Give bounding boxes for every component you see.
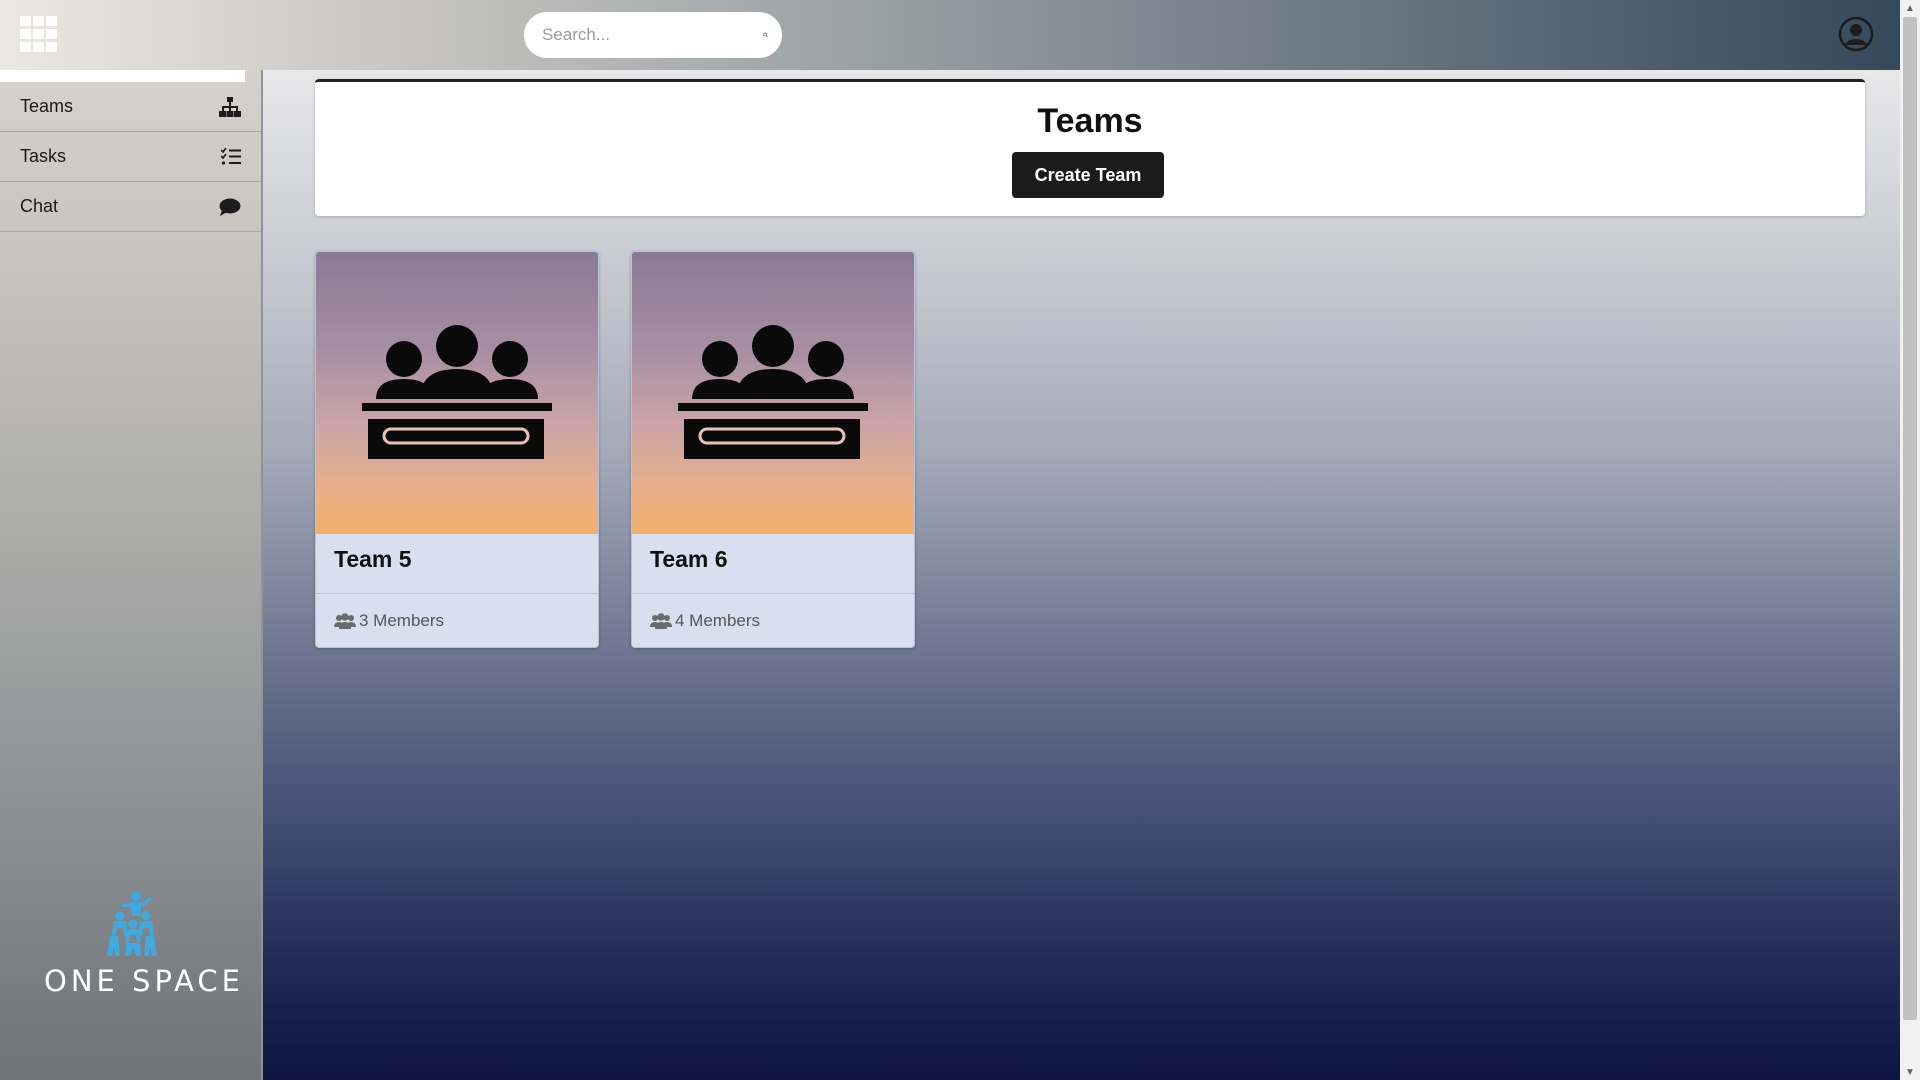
sidebar: Teams Tasks Chat ONE SPACE [0, 70, 263, 1080]
sidebar-item-teams[interactable]: Teams [0, 82, 261, 132]
member-count: 3 Members [359, 611, 445, 630]
one-space-logo: ONE SPACE [44, 890, 245, 998]
team-members: 4 Members [632, 594, 914, 647]
member-count: 4 Members [675, 611, 761, 630]
chat-bubble-icon [219, 198, 241, 216]
main-content: Teams Create Team Team 5 3 Members Team … [263, 70, 1900, 1080]
users-icon [650, 613, 672, 629]
user-account-button[interactable] [1838, 16, 1874, 52]
page-header: Teams Create Team [315, 79, 1865, 216]
scroll-thumb[interactable] [1903, 17, 1917, 1020]
team-card[interactable]: Team 6 4 Members [631, 251, 915, 648]
scroll-up-arrow-icon[interactable]: ▲ [1900, 0, 1920, 16]
users-icon [334, 613, 356, 629]
team-meeting-icon [678, 325, 868, 459]
sidebar-item-label: Chat [20, 196, 59, 216]
team-name: Team 5 [316, 534, 598, 594]
create-team-button[interactable]: Create Team [1012, 152, 1164, 198]
search-icon[interactable] [763, 22, 768, 48]
team-card[interactable]: Team 5 3 Members [315, 251, 599, 648]
top-bar [0, 0, 1900, 70]
user-circle-icon [1838, 16, 1874, 52]
sidebar-item-tasks[interactable]: Tasks [0, 132, 261, 182]
sidebar-divider [0, 70, 245, 82]
team-name: Team 6 [632, 534, 914, 594]
scroll-down-arrow-icon[interactable]: ▼ [1900, 1064, 1920, 1080]
team-pyramid-icon [107, 891, 157, 956]
task-list-icon [221, 147, 241, 165]
search-box [524, 12, 782, 58]
team-card-image [632, 252, 914, 534]
sidebar-item-label: Teams [20, 96, 74, 116]
team-meeting-icon [362, 325, 552, 459]
vertical-scrollbar[interactable]: ▲ ▼ [1900, 0, 1920, 1080]
sidebar-item-label: Tasks [20, 146, 67, 166]
sidebar-nav: Teams Tasks Chat [0, 82, 261, 232]
team-card-image [316, 252, 598, 534]
sidebar-item-chat[interactable]: Chat [0, 182, 261, 232]
search-input[interactable] [542, 25, 763, 45]
page-title: Teams [1037, 102, 1143, 140]
team-members: 3 Members [316, 594, 598, 647]
sitemap-icon [219, 96, 241, 117]
grid-icon [20, 16, 57, 52]
apps-grid-button[interactable] [20, 16, 58, 52]
logo-text: ONE SPACE [44, 964, 245, 998]
